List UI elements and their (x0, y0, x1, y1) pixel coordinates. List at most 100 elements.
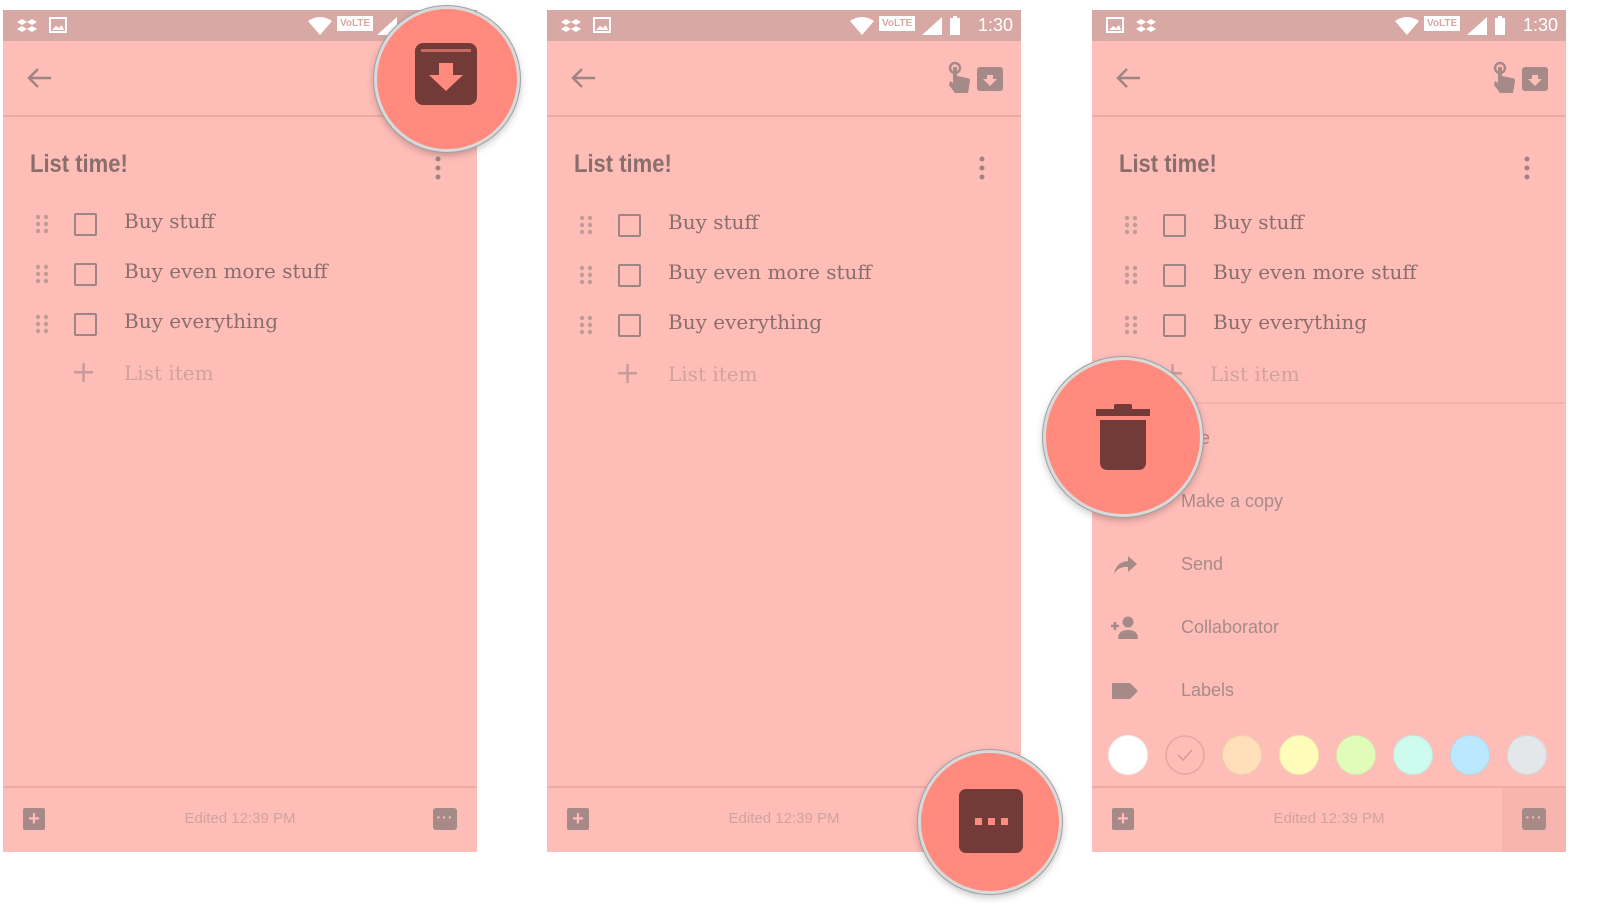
list-item-text[interactable]: Buy stuff (668, 210, 759, 234)
wifi-icon (1395, 17, 1419, 35)
archive-icon[interactable] (1522, 67, 1548, 91)
phone-screen-2: VoLTE 1:30 List time! Buy stuff Buy even… (547, 10, 1021, 852)
drag-handle-icon[interactable] (1124, 265, 1138, 285)
list-item[interactable]: Buy stuff (547, 205, 1021, 245)
checkbox[interactable] (74, 313, 97, 336)
plus-icon: + (71, 355, 97, 390)
add-item-placeholder[interactable]: List item (1210, 362, 1300, 386)
note-title[interactable]: List time! (574, 150, 672, 179)
checkbox[interactable] (618, 314, 641, 337)
back-arrow-icon[interactable] (569, 63, 599, 93)
menu-item-label: Send (1181, 554, 1224, 574)
menu-item-label: Labels (1181, 680, 1235, 700)
list-item[interactable]: Buy stuff (3, 204, 477, 244)
bottom-bar: + Edited 12:39 PM ··· (1092, 786, 1566, 852)
volte-badge: VoLTE (1424, 16, 1461, 31)
list-item[interactable]: Buy everything (3, 304, 477, 344)
add-item-placeholder[interactable]: List item (668, 362, 758, 386)
drag-handle-icon[interactable] (35, 314, 49, 334)
highlight-archive-button[interactable] (374, 6, 520, 152)
menu-item-label: Make a copy (1181, 491, 1284, 511)
trash-icon (1096, 404, 1150, 470)
menu-item-send[interactable]: Send (1092, 546, 1566, 586)
dropbox-icon (17, 19, 37, 32)
app-bar (547, 41, 1021, 117)
list-item-text[interactable]: Buy everything (124, 309, 278, 333)
checkbox[interactable] (74, 213, 97, 236)
checkbox[interactable] (1163, 214, 1186, 237)
archive-icon[interactable] (977, 67, 1003, 91)
image-icon (49, 17, 67, 33)
list-item[interactable]: Buy even more stuff (1092, 255, 1566, 295)
more-options-button[interactable]: ··· (1522, 808, 1546, 830)
drag-handle-icon[interactable] (579, 215, 593, 235)
drag-handle-icon[interactable] (579, 265, 593, 285)
signal-icon (922, 17, 942, 35)
color-swatch-gray[interactable] (1507, 735, 1547, 775)
color-swatch-teal[interactable] (1393, 735, 1433, 775)
color-swatch-blue[interactable] (1450, 735, 1490, 775)
list-item-text[interactable]: Buy even more stuff (668, 260, 872, 284)
reminder-icon[interactable] (943, 61, 973, 95)
label-icon (1112, 683, 1138, 699)
add-item-placeholder[interactable]: List item (124, 361, 214, 385)
clock: 1:30 (1522, 15, 1558, 35)
color-swatch-orange[interactable] (1222, 735, 1262, 775)
list-item-text[interactable]: Buy everything (1213, 310, 1367, 334)
add-list-item[interactable]: + List item (3, 356, 477, 396)
color-swatch-white[interactable] (1108, 735, 1148, 775)
share-icon (1114, 556, 1137, 574)
list-item-text[interactable]: Buy even more stuff (124, 259, 328, 283)
app-bar (1092, 41, 1566, 117)
list-item[interactable]: Buy even more stuff (547, 255, 1021, 295)
list-item[interactable]: Buy stuff (1092, 205, 1566, 245)
checkbox[interactable] (74, 263, 97, 286)
drag-handle-icon[interactable] (35, 264, 49, 284)
list-item-text[interactable]: Buy stuff (124, 209, 215, 233)
list-item[interactable]: Buy even more stuff (3, 254, 477, 294)
checkbox[interactable] (618, 214, 641, 237)
wifi-icon (308, 17, 332, 35)
more-options-button[interactable]: ··· (433, 808, 457, 830)
drag-handle-icon[interactable] (1124, 215, 1138, 235)
image-icon (1106, 17, 1124, 33)
checkbox[interactable] (1163, 264, 1186, 287)
more-options-icon (959, 789, 1023, 853)
note-title[interactable]: List time! (30, 150, 128, 179)
drag-handle-icon[interactable] (579, 315, 593, 335)
note-title[interactable]: List time! (1119, 150, 1217, 179)
edited-timestamp: Edited 12:39 PM (1273, 810, 1385, 827)
image-icon (593, 17, 611, 33)
color-swatch-default[interactable] (1165, 735, 1205, 775)
reminder-icon[interactable] (1488, 61, 1518, 95)
color-swatch-green[interactable] (1336, 735, 1376, 775)
dropbox-icon (561, 19, 581, 32)
dropbox-icon (1136, 19, 1156, 32)
signal-icon (1467, 17, 1487, 35)
menu-item-labels[interactable]: Labels (1092, 672, 1566, 712)
highlight-delete-button[interactable] (1043, 357, 1203, 517)
list-item-text[interactable]: Buy even more stuff (1213, 260, 1417, 284)
list-item-text[interactable]: Buy stuff (1213, 210, 1304, 234)
add-list-item[interactable]: + List item (547, 357, 1021, 397)
list-item[interactable]: Buy everything (547, 305, 1021, 345)
back-arrow-icon[interactable] (25, 63, 55, 93)
more-vert-icon[interactable] (435, 156, 441, 180)
back-arrow-icon[interactable] (1114, 63, 1144, 93)
list-item[interactable]: Buy everything (1092, 305, 1566, 345)
more-vert-icon[interactable] (1524, 156, 1530, 180)
list-item-text[interactable]: Buy everything (668, 310, 822, 334)
clock: 1:30 (977, 15, 1013, 35)
drag-handle-icon[interactable] (1124, 315, 1138, 335)
status-bar: VoLTE 1:30 (1092, 10, 1566, 41)
wifi-icon (850, 17, 874, 35)
status-bar: VoLTE 1:30 (547, 10, 1021, 41)
drag-handle-icon[interactable] (35, 214, 49, 234)
color-swatch-yellow[interactable] (1279, 735, 1319, 775)
edited-timestamp: Edited 12:39 PM (184, 810, 296, 827)
checkbox[interactable] (1163, 314, 1186, 337)
more-vert-icon[interactable] (979, 156, 985, 180)
highlight-more-options-button[interactable] (918, 750, 1062, 894)
menu-item-collaborator[interactable]: Collaborator (1092, 609, 1566, 649)
checkbox[interactable] (618, 264, 641, 287)
